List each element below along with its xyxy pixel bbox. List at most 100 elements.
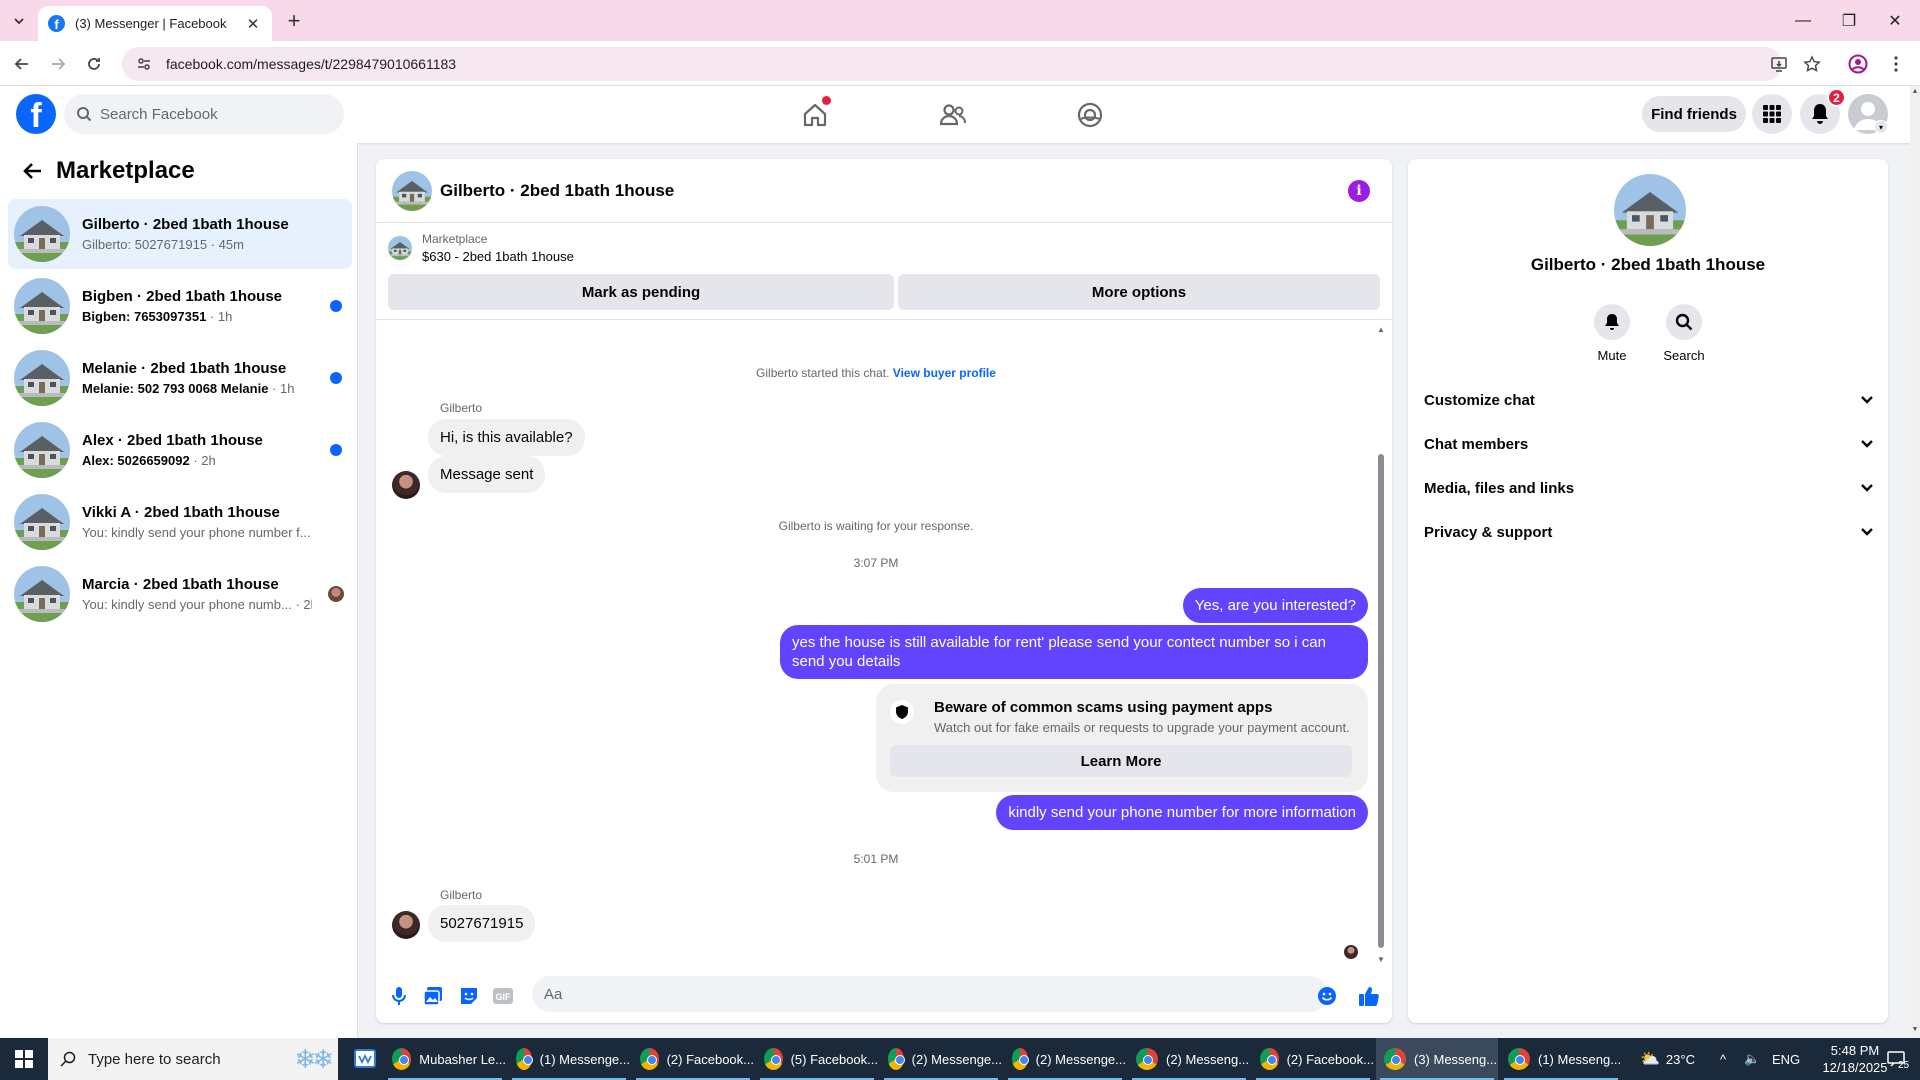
- chrome-icon: [1012, 1048, 1029, 1070]
- bookmark-star-icon[interactable]: [1800, 52, 1824, 76]
- thumbs-up-like-icon[interactable]: [1358, 985, 1380, 1007]
- details-avatar[interactable]: [1614, 174, 1686, 246]
- notifications-button[interactable]: 2: [1800, 88, 1846, 134]
- language-indicator[interactable]: ENG: [1772, 1038, 1800, 1080]
- emoji-icon[interactable]: [1316, 985, 1338, 1007]
- chat-header: Gilberto · 2bed 1bath 1house i: [376, 159, 1392, 223]
- conversation-item[interactable]: Vikki A · 2bed 1bath 1house You: kindly s…: [8, 487, 352, 557]
- taskbar-app-button[interactable]: (1) Messenge...: [508, 1038, 630, 1080]
- back-arrow-icon[interactable]: [8, 50, 36, 78]
- taskbar-app-whiteboard[interactable]: [346, 1038, 384, 1080]
- browser-menu-icon[interactable]: [1884, 52, 1908, 76]
- conversation-item[interactable]: Melanie · 2bed 1bath 1house Melanie: 502 …: [8, 343, 352, 413]
- sender-avatar[interactable]: [392, 911, 420, 939]
- find-friends-button[interactable]: Find friends: [1642, 96, 1746, 132]
- menu-grid-button[interactable]: [1752, 94, 1792, 134]
- chat-members-section[interactable]: Chat members: [1424, 426, 1874, 462]
- forward-arrow-icon[interactable]: [44, 50, 72, 78]
- home-notification-dot: [822, 96, 831, 105]
- incoming-message[interactable]: Hi, is this available?: [428, 419, 585, 456]
- unread-dot: [330, 444, 342, 456]
- close-window-icon[interactable]: ✕: [1872, 0, 1918, 41]
- incoming-message[interactable]: 5027671915: [428, 905, 536, 942]
- photo-attach-icon[interactable]: [422, 985, 444, 1007]
- learn-more-button[interactable]: Learn More: [890, 745, 1352, 777]
- account-chevron-down-icon[interactable]: ▾: [1874, 120, 1888, 134]
- chat-title[interactable]: Gilberto · 2bed 1bath 1house: [440, 181, 674, 201]
- install-app-icon[interactable]: [1767, 52, 1791, 76]
- restore-window-icon[interactable]: ❐: [1826, 0, 1872, 41]
- facebook-logo-icon[interactable]: f: [16, 94, 56, 134]
- message-input[interactable]: [532, 976, 1328, 1012]
- taskbar-app-button[interactable]: (2) Messenge...: [880, 1038, 1002, 1080]
- section-label: Customize chat: [1424, 391, 1535, 409]
- outgoing-message[interactable]: kindly send your phone number for more i…: [996, 795, 1368, 830]
- chat-scrollbar-thumb[interactable]: [1378, 454, 1384, 948]
- incoming-message[interactable]: Message sent: [428, 456, 546, 493]
- outgoing-message[interactable]: yes the house is still available for ren…: [780, 625, 1368, 679]
- view-buyer-profile-link[interactable]: View buyer profile: [893, 366, 996, 380]
- conversation-item[interactable]: Marcia · 2bed 1bath 1house You: kindly se…: [8, 559, 352, 629]
- mark-as-pending-button[interactable]: Mark as pending: [388, 274, 894, 310]
- tab-search-chevron-icon[interactable]: [8, 10, 30, 32]
- search-in-chat-button[interactable]: Search: [1654, 304, 1714, 363]
- microphone-icon[interactable]: [388, 985, 410, 1007]
- outgoing-message[interactable]: Yes, are you interested?: [1182, 588, 1368, 623]
- taskbar-app-button[interactable]: (5) Facebook...: [756, 1038, 878, 1080]
- mute-button[interactable]: Mute: [1582, 304, 1642, 363]
- taskbar-app-button[interactable]: (2) Facebook...: [632, 1038, 754, 1080]
- sticker-icon[interactable]: [458, 985, 480, 1007]
- listing-summary[interactable]: Marketplace $630 - 2bed 1bath 1house: [388, 232, 574, 264]
- site-info-icon[interactable]: [136, 56, 152, 72]
- info-icon[interactable]: i: [1348, 180, 1370, 202]
- taskbar-app-button[interactable]: (2) Facebook...: [1252, 1038, 1374, 1080]
- conversation-item[interactable]: Gilberto · 2bed 1bath 1house Gilberto: 50…: [8, 199, 352, 269]
- more-options-button[interactable]: More options: [898, 274, 1380, 310]
- conversation-name: Bigben · 2bed 1bath 1house: [82, 288, 283, 305]
- notification-badge: 2: [1827, 88, 1846, 107]
- conversation-item[interactable]: Bigben · 2bed 1bath 1house Bigben: 765309…: [8, 271, 352, 341]
- taskbar-app-button[interactable]: (1) Messeng...: [1500, 1038, 1622, 1080]
- nav-gaming[interactable]: [1035, 94, 1145, 136]
- nav-home[interactable]: [760, 94, 870, 136]
- notification-center-icon[interactable]: 25: [1876, 1038, 1916, 1080]
- chat-scrollbar[interactable]: ▲ ▼: [1376, 325, 1386, 964]
- chrome-icon: [640, 1048, 659, 1070]
- scroll-up-arrow-icon[interactable]: ▲: [1377, 325, 1385, 334]
- profile-icon[interactable]: [1846, 52, 1870, 76]
- sender-avatar[interactable]: [392, 471, 420, 499]
- taskbar-app-button[interactable]: (2) Messenge...: [1004, 1038, 1126, 1080]
- scroll-down-arrow-icon[interactable]: ▼: [1377, 955, 1385, 964]
- preview-text: Melanie: 502 793 0068 Melanie: [82, 381, 269, 396]
- back-arrow-icon[interactable]: [16, 155, 48, 187]
- privacy-support-section[interactable]: Privacy & support: [1424, 514, 1874, 550]
- weather-widget[interactable]: ⛅ 23°C: [1640, 1038, 1695, 1080]
- taskbar-search[interactable]: Type here to search ❄❄: [48, 1038, 338, 1080]
- facebook-search-input[interactable]: [100, 105, 320, 123]
- show-hidden-icons-chevron-icon[interactable]: ^: [1720, 1038, 1726, 1080]
- address-bar[interactable]: facebook.com/messages/t/2298479010661183: [122, 47, 1782, 81]
- chrome-icon: [392, 1048, 412, 1070]
- speaker-icon[interactable]: 🔈: [1744, 1038, 1760, 1080]
- minimize-window-icon[interactable]: —: [1780, 0, 1826, 41]
- new-tab-button[interactable]: +: [282, 8, 306, 33]
- gif-icon[interactable]: GIF: [492, 985, 514, 1007]
- taskbar-app-button[interactable]: (2) Messeng...: [1128, 1038, 1250, 1080]
- tab-close-icon[interactable]: ✕: [244, 15, 262, 33]
- scroll-down-arrow-icon[interactable]: ▼: [1911, 1026, 1919, 1034]
- chat-avatar[interactable]: [392, 170, 432, 211]
- facebook-search[interactable]: [64, 94, 344, 134]
- scroll-up-arrow-icon[interactable]: ▲: [1911, 88, 1919, 96]
- search-icon: [1666, 304, 1702, 340]
- window-scrollbar[interactable]: ▲ ▼: [1910, 86, 1920, 1038]
- reload-icon[interactable]: [80, 50, 108, 78]
- browser-tab-active[interactable]: f (3) Messenger | Facebook ✕: [38, 6, 272, 41]
- media-files-links-section[interactable]: Media, files and links: [1424, 470, 1874, 506]
- customize-chat-section[interactable]: Customize chat: [1424, 382, 1874, 418]
- windows-start-icon[interactable]: [0, 1038, 48, 1080]
- taskbar-app-label: (1) Messeng...: [1538, 1051, 1622, 1067]
- taskbar-app-button[interactable]: (3) Messeng...: [1376, 1038, 1498, 1080]
- nav-friends[interactable]: [898, 94, 1008, 136]
- taskbar-app-button[interactable]: Mubasher Le...: [384, 1038, 506, 1080]
- conversation-item[interactable]: Alex · 2bed 1bath 1house Alex: 5026659092…: [8, 415, 352, 485]
